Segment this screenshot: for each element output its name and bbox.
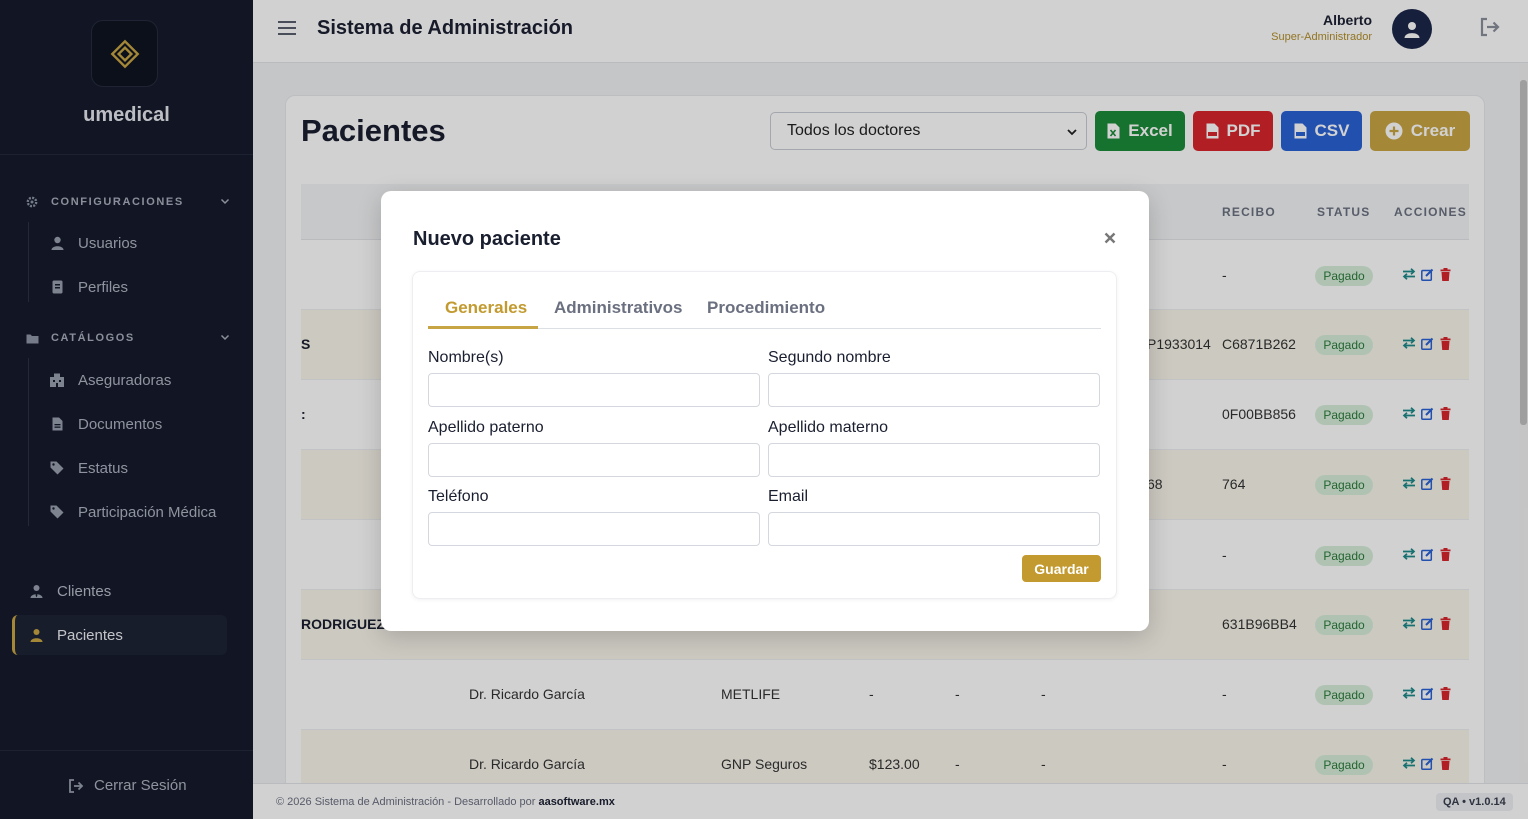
telefono-label: Teléfono [428, 488, 489, 505]
save-button[interactable]: Guardar [1022, 555, 1101, 582]
tab-administrativos[interactable]: Administrativos [554, 298, 682, 318]
segundo-nombre-input[interactable] [768, 373, 1100, 407]
active-tab-indicator [428, 326, 538, 329]
modal-title: Nuevo paciente [413, 228, 561, 250]
apellido-materno-label: Apellido materno [768, 419, 889, 436]
email-label: Email [768, 488, 809, 505]
telefono-input[interactable] [428, 512, 760, 546]
nombre-label: Nombre(s) [428, 349, 504, 366]
apellido-materno-input[interactable] [768, 443, 1100, 477]
email-input[interactable] [768, 512, 1100, 546]
tab-generales[interactable]: Generales [445, 298, 527, 318]
segundo-nombre-label: Segundo nombre [768, 349, 891, 366]
tab-procedimiento[interactable]: Procedimiento [707, 298, 825, 318]
close-icon[interactable] [1101, 229, 1119, 247]
apellido-paterno-label: Apellido paterno [428, 419, 544, 436]
apellido-paterno-input[interactable] [428, 443, 760, 477]
nombre-input[interactable] [428, 373, 760, 407]
